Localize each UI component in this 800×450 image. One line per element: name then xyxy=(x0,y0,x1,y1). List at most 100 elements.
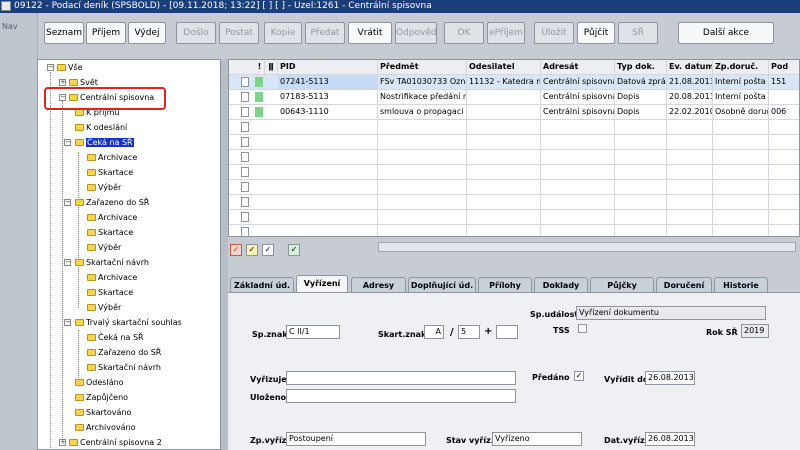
tree-item-centralni-spisovna-2[interactable]: Centrální spisovna 2 xyxy=(69,436,162,449)
header-attachment[interactable]: ǁ xyxy=(265,60,278,74)
tree-item-zarazeno-do-sr[interactable]: Zařazeno do SŘ xyxy=(75,196,149,209)
odpoved-button[interactable]: Odpověď xyxy=(395,22,437,44)
tab-doklady[interactable]: Doklady xyxy=(534,277,588,293)
row-checkbox[interactable] xyxy=(241,212,249,222)
postat-button[interactable]: Postat xyxy=(219,22,259,44)
ulozit-button[interactable]: Uložit xyxy=(534,22,574,44)
ok-button[interactable]: OK xyxy=(444,22,484,44)
tab-pujcky[interactable]: Půjčky xyxy=(590,277,654,293)
header-predmet[interactable]: Předmět xyxy=(378,60,467,74)
row-checkbox[interactable] xyxy=(241,227,249,236)
filter-checkbox-green[interactable]: ✓ xyxy=(288,244,300,256)
dalsi-akce-button[interactable]: Další akce xyxy=(678,22,774,44)
spznak-field[interactable]: C II/1 xyxy=(286,325,340,339)
tree-item-skartacni-navrh[interactable]: Skartační návrh xyxy=(75,256,149,269)
collapse-icon[interactable]: − xyxy=(64,319,71,326)
vratit-button[interactable]: Vrátit xyxy=(348,22,392,44)
filter-checkbox-white[interactable]: ✓ xyxy=(262,244,274,256)
tree-item-archivace[interactable]: Archivace xyxy=(87,271,137,284)
tab-doplnujici-ud[interactable]: Doplňující úd. xyxy=(408,277,476,293)
row-checkbox[interactable] xyxy=(241,167,249,177)
tab-historie[interactable]: Historie xyxy=(714,277,768,293)
dat-vyriz-field[interactable]: 26.08.2013 xyxy=(645,432,695,446)
tree-item-skartace[interactable]: Skartace xyxy=(87,226,133,239)
table-row[interactable]: 07183-5113 Nostrifikace předání na Centr… xyxy=(229,90,799,105)
tree-item-archivace[interactable]: Archivace xyxy=(87,151,137,164)
vydej-button[interactable]: Výdej xyxy=(128,22,166,44)
predano-checkbox[interactable]: ✓ xyxy=(574,371,584,381)
tree-item-archivovano[interactable]: Archivováno xyxy=(75,421,136,434)
tab-prilohy[interactable]: Přílohy xyxy=(478,277,532,293)
header-pid[interactable]: PID xyxy=(278,60,378,74)
tree-item-vyber[interactable]: Výběr xyxy=(87,241,121,254)
tree-item-trvaly-skartacni-souhlas[interactable]: Trvalý skartační souhlas xyxy=(75,316,182,329)
header-ev-datum[interactable]: Ev. datum xyxy=(667,60,713,74)
header-odesilatel[interactable]: Odesilatel xyxy=(467,60,541,74)
rok-sr-field[interactable]: 2019 xyxy=(741,324,769,338)
row-checkbox[interactable] xyxy=(241,197,249,207)
tab-adresy[interactable]: Adresy xyxy=(351,277,406,293)
row-checkbox[interactable] xyxy=(241,92,249,102)
seznam-button[interactable]: Seznam xyxy=(44,22,84,44)
header-adresat[interactable]: Adresát xyxy=(541,60,615,74)
tab-doruceni[interactable]: Doručení xyxy=(656,277,712,293)
collapse-icon[interactable]: − xyxy=(47,64,54,71)
skart-extra-field[interactable] xyxy=(496,325,518,339)
skart-znak-field[interactable]: A xyxy=(424,325,444,339)
tss-checkbox[interactable] xyxy=(578,324,587,333)
prijem-button[interactable]: Příjem xyxy=(86,22,126,44)
tree-item-zapujceno[interactable]: Zapůjčeno xyxy=(75,391,128,404)
expand-icon[interactable]: + xyxy=(59,439,66,446)
zp-vyriz-field[interactable]: Postoupení xyxy=(286,432,426,446)
tab-zakladni-ud[interactable]: Základní úd. xyxy=(230,277,294,293)
vyridit-do-field[interactable]: 26.08.2013 xyxy=(645,371,695,385)
tree-item-skartace[interactable]: Skartace xyxy=(87,286,133,299)
sp-udalost-field[interactable]: Vyřízení dokumentu xyxy=(576,306,766,320)
nav-label[interactable]: Nav xyxy=(2,22,18,31)
tree-item-archivace[interactable]: Archivace xyxy=(87,211,137,224)
pujcit-button[interactable]: Půjčit xyxy=(577,22,615,44)
skart-lhuta-field[interactable]: 5 xyxy=(458,325,480,339)
vyrizuje-field[interactable] xyxy=(286,371,516,385)
filter-checkbox-yellow[interactable]: ✓ xyxy=(246,244,258,256)
row-checkbox[interactable] xyxy=(241,182,249,192)
table-row[interactable]: 00643-1110 smlouva o propagaci Centrální… xyxy=(229,105,799,120)
doslo-button[interactable]: Došlo xyxy=(176,22,216,44)
eprijem-button[interactable]: ePříjem xyxy=(487,22,525,44)
row-checkbox[interactable] xyxy=(241,152,249,162)
tab-vyrizeni[interactable]: Vyřízení xyxy=(296,275,348,293)
expand-icon[interactable]: + xyxy=(59,79,66,86)
collapse-icon[interactable]: − xyxy=(64,199,71,206)
header-flag[interactable]: ! xyxy=(255,60,265,74)
table-row[interactable]: 07241-5113 FSv TA01030733 Oznámení 11132… xyxy=(229,75,799,90)
grid-horizontal-scrollbar[interactable] xyxy=(378,242,796,252)
tree-item-skartace[interactable]: Skartace xyxy=(87,166,133,179)
kopie-button[interactable]: Kopie xyxy=(264,22,302,44)
tree-item-vyber[interactable]: Výběr xyxy=(87,301,121,314)
tree-item-ceka-na-sr[interactable]: Čeká na SŘ xyxy=(75,136,134,149)
row-checkbox[interactable] xyxy=(241,77,249,87)
tree-item-zarazeno-do-sr[interactable]: Zařazeno do SŘ xyxy=(87,346,161,359)
tree-item-vse[interactable]: Vše xyxy=(57,61,83,74)
stav-vyriz-field[interactable]: Vyřízeno xyxy=(492,432,582,446)
tree-item-skartacni-navrh[interactable]: Skartační návrh xyxy=(87,361,161,374)
tree-item-k-odeslani[interactable]: K odeslání xyxy=(75,121,127,134)
tree-item-ceka-na-sr[interactable]: Čeká na SŘ xyxy=(87,331,144,344)
predat-button[interactable]: Předat xyxy=(305,22,345,44)
filter-checkbox-red[interactable]: ✓ xyxy=(230,244,242,256)
header-typ-dok[interactable]: Typ dok. xyxy=(615,60,667,74)
tree-item-odeslano[interactable]: Odesláno xyxy=(75,376,124,389)
ulozeno-field[interactable] xyxy=(286,389,516,403)
sr-button[interactable]: SŘ xyxy=(618,22,658,44)
header-zp-doruc[interactable]: Zp.doruč. xyxy=(713,60,769,74)
row-checkbox[interactable] xyxy=(241,107,249,117)
collapse-icon[interactable]: − xyxy=(64,139,71,146)
tree-item-skartovano[interactable]: Skartováno xyxy=(75,406,131,419)
collapse-icon[interactable]: − xyxy=(64,259,71,266)
skartznak-label: Skart.znak xyxy=(378,330,427,339)
row-checkbox[interactable] xyxy=(241,137,249,147)
header-pod[interactable]: Pod xyxy=(769,60,799,74)
panel-splitter[interactable] xyxy=(221,59,228,450)
row-checkbox[interactable] xyxy=(241,122,249,132)
tree-item-vyber[interactable]: Výběr xyxy=(87,181,121,194)
